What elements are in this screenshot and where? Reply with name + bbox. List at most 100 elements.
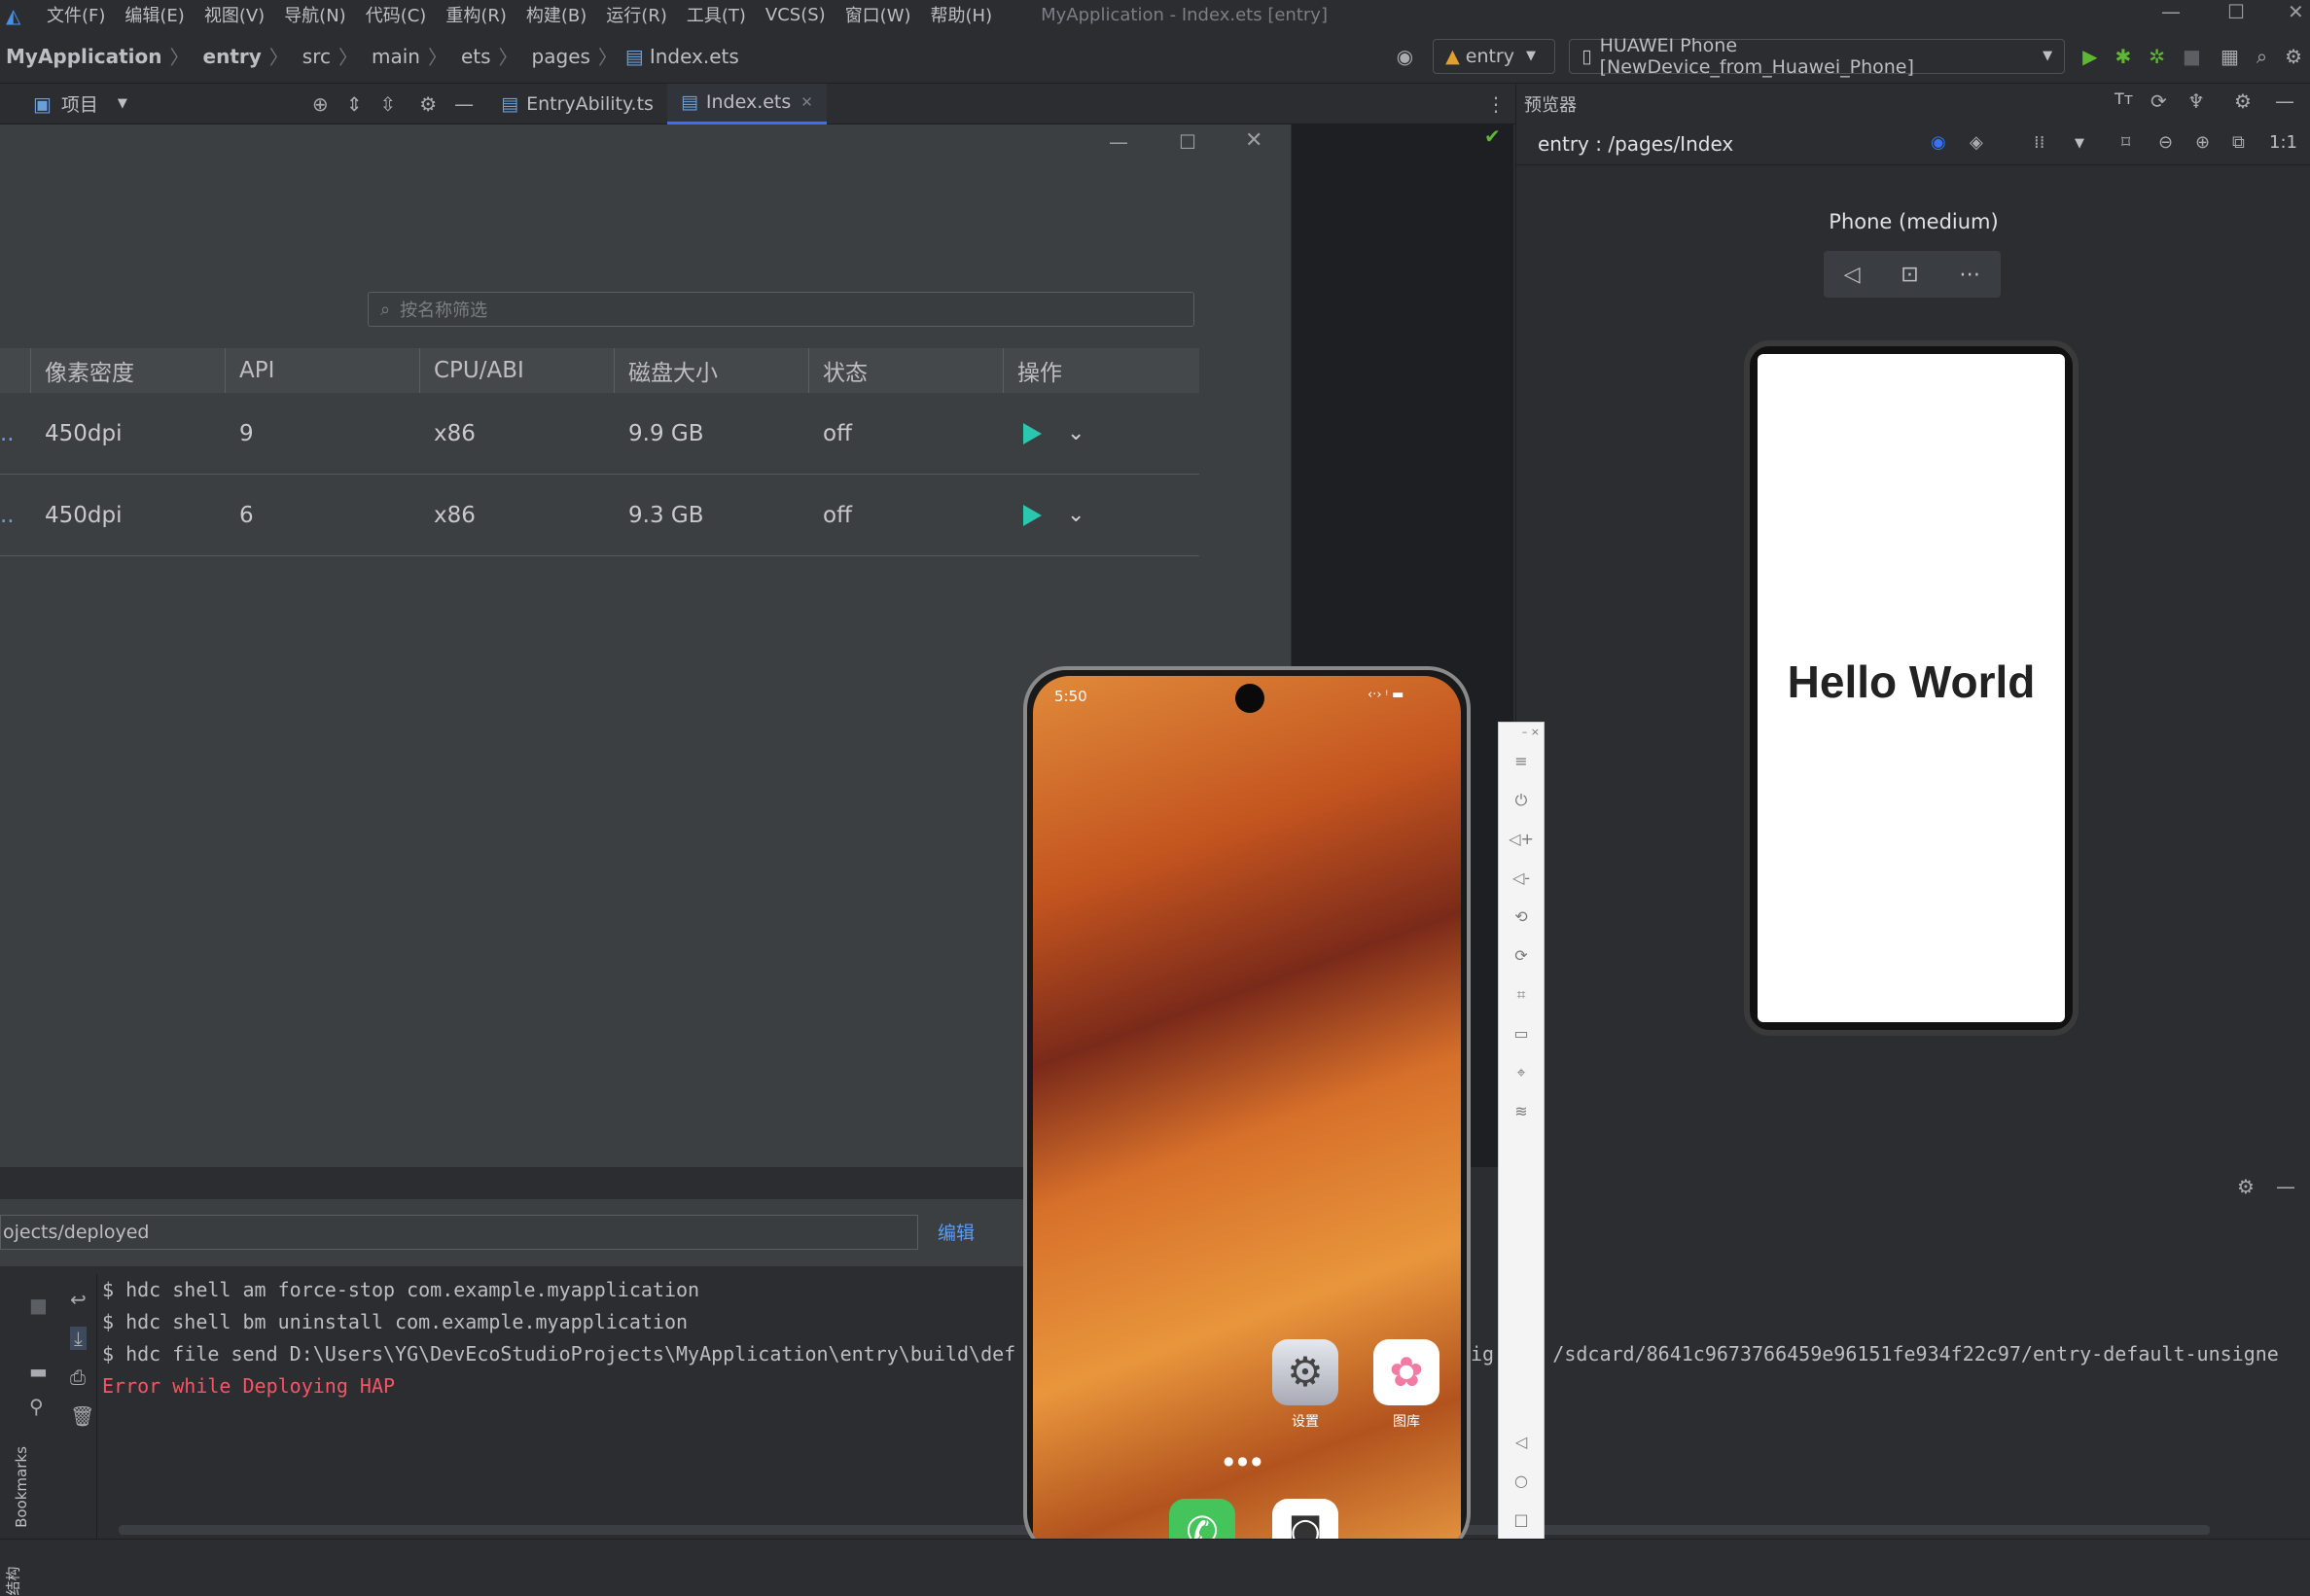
- frame-icon[interactable]: ⌑: [2121, 132, 2130, 153]
- start-device-play-icon[interactable]: [1023, 422, 1042, 444]
- layers-icon[interactable]: ◈: [1970, 132, 1983, 153]
- gear-icon[interactable]: ⚙: [419, 92, 437, 116]
- menu-build[interactable]: 构建(B): [526, 2, 586, 27]
- gear-icon[interactable]: ⚙: [2237, 1175, 2255, 1198]
- emulator-window-controls[interactable]: – ×: [1499, 723, 1544, 742]
- gear-icon[interactable]: ⚙: [2234, 89, 2252, 113]
- breadcrumb-pages[interactable]: pages: [532, 45, 590, 68]
- bookmarks-tab[interactable]: Bookmarks: [13, 1446, 30, 1528]
- menu-vcs[interactable]: VCS(S): [765, 5, 826, 25]
- chevron-down-icon[interactable]: ▼: [118, 96, 127, 111]
- actual-size-icon[interactable]: 1:1: [2269, 132, 2297, 153]
- locate-icon[interactable]: ⊕: [312, 92, 329, 116]
- search-icon[interactable]: ⌕: [2257, 45, 2267, 68]
- menu-view[interactable]: 视图(V): [204, 2, 265, 27]
- device-select[interactable]: ▯ HUAWEI Phone [NewDevice_from_Huawei_Ph…: [1569, 35, 2066, 78]
- dialog-minimize-icon[interactable]: —: [1109, 130, 1128, 154]
- pin-icon[interactable]: ⚲: [29, 1395, 44, 1418]
- menu-file[interactable]: 文件(F): [47, 2, 105, 27]
- device-filter-input[interactable]: ⌕ 按名称筛选: [368, 292, 1194, 327]
- header-disk[interactable]: 磁盘大小: [615, 348, 809, 393]
- target-icon[interactable]: ◉: [1397, 45, 1413, 68]
- header-api[interactable]: API: [226, 348, 420, 393]
- back-icon[interactable]: ◁: [1844, 263, 1861, 287]
- menu-tools[interactable]: 工具(T): [687, 2, 746, 27]
- wifi-icon[interactable]: ≋: [1499, 1092, 1544, 1131]
- rotate-icon[interactable]: ⊡: [1901, 263, 1918, 287]
- table-row[interactable]: .. 450dpi 6 x86 9.3 GB off ⌄: [0, 475, 1199, 556]
- refresh-icon[interactable]: ⟳: [2150, 89, 2167, 113]
- header-status[interactable]: 状态: [809, 348, 1004, 393]
- project-structure-icon[interactable]: ▦: [2221, 45, 2239, 68]
- tab-entryability[interactable]: ▤ EntryAbility.ts: [487, 84, 667, 124]
- breadcrumb-module[interactable]: entry: [203, 45, 262, 68]
- hide-icon[interactable]: —: [2275, 89, 2294, 113]
- project-tool-label[interactable]: 项目: [61, 90, 98, 117]
- minimize-icon[interactable]: —: [2161, 0, 2181, 23]
- edit-link[interactable]: 编辑: [938, 1219, 975, 1245]
- hide-icon[interactable]: —: [2276, 1175, 2295, 1198]
- module-select[interactable]: ▲ entry ▼: [1433, 38, 1556, 74]
- run-icon[interactable]: ▶: [2082, 45, 2097, 68]
- more-icon[interactable]: ⋮: [1486, 92, 1506, 116]
- settings-app-icon[interactable]: ⚙: [1272, 1339, 1338, 1405]
- structure-tab[interactable]: 结构: [3, 1566, 23, 1595]
- trash-icon[interactable]: 🗑: [70, 1404, 94, 1428]
- maximize-icon[interactable]: ☐: [2227, 0, 2245, 23]
- settings-icon[interactable]: ⚙: [2285, 45, 2302, 68]
- breadcrumb-file[interactable]: Index.ets: [650, 45, 739, 68]
- font-size-icon[interactable]: Tт: [2115, 89, 2133, 108]
- more-icon[interactable]: ⋯: [1959, 263, 1980, 287]
- stop-icon[interactable]: ■: [2183, 45, 2201, 68]
- breadcrumb-src[interactable]: src: [302, 45, 331, 68]
- rotate-left-icon[interactable]: ⟲: [1499, 898, 1544, 937]
- soft-wrap-icon[interactable]: ↩: [70, 1288, 87, 1311]
- screenshot-icon[interactable]: ⌗: [1499, 975, 1544, 1014]
- breadcrumb-main[interactable]: main: [372, 45, 420, 68]
- volume-up-icon[interactable]: ◁+: [1499, 820, 1544, 859]
- scroll-to-end-icon[interactable]: ⤓: [70, 1327, 87, 1350]
- start-device-play-icon[interactable]: [1023, 504, 1042, 526]
- chevron-down-icon[interactable]: ⌄: [1067, 421, 1084, 445]
- attach-debugger-icon[interactable]: ✲: [2149, 45, 2165, 68]
- deploy-path-input[interactable]: ojects/deployed: [0, 1215, 918, 1250]
- menu-help[interactable]: 帮助(H): [931, 2, 993, 27]
- menu-run[interactable]: 运行(R): [606, 2, 667, 27]
- layout-icon[interactable]: ▬: [29, 1360, 48, 1383]
- power-icon[interactable]: ⏻: [1499, 781, 1544, 820]
- collapse-all-icon[interactable]: ⇳: [379, 92, 396, 116]
- breadcrumb-project[interactable]: MyApplication: [6, 45, 162, 68]
- menu-navigate[interactable]: 导航(N): [284, 2, 346, 27]
- breadcrumb-ets[interactable]: ets: [461, 45, 491, 68]
- dialog-maximize-icon[interactable]: ☐: [1179, 130, 1196, 154]
- home-icon[interactable]: ○: [1499, 1462, 1544, 1501]
- header-density[interactable]: 像素密度: [31, 348, 226, 393]
- rotate-right-icon[interactable]: ⟳: [1499, 937, 1544, 975]
- close-tab-icon[interactable]: ✕: [800, 93, 813, 111]
- menu-icon[interactable]: ≡: [1499, 742, 1544, 781]
- zoom-out-icon[interactable]: ⊖: [2158, 132, 2173, 153]
- tab-index[interactable]: ▤ Index.ets ✕: [666, 83, 827, 124]
- fit-icon[interactable]: ⧉: [2232, 132, 2245, 153]
- location-icon[interactable]: ⌖: [1499, 1053, 1544, 1092]
- recents-icon[interactable]: □: [1499, 1501, 1544, 1540]
- grid-icon[interactable]: ⁞⁞: [2034, 132, 2044, 153]
- menu-window[interactable]: 窗口(W): [845, 2, 911, 27]
- header-abi[interactable]: CPU/ABI: [420, 348, 615, 393]
- volume-down-icon[interactable]: ◁-: [1499, 859, 1544, 898]
- menu-code[interactable]: 代码(C): [366, 2, 427, 27]
- eye-icon[interactable]: ◉: [1931, 132, 1946, 153]
- chevron-down-icon[interactable]: ▼: [2075, 136, 2084, 151]
- battery-icon[interactable]: ▭: [1499, 1014, 1544, 1053]
- inspector-icon[interactable]: ♆: [2187, 89, 2205, 113]
- table-row[interactable]: .. 450dpi 9 x86 9.9 GB off ⌄: [0, 393, 1199, 475]
- chevron-down-icon[interactable]: ⌄: [1067, 503, 1084, 527]
- gallery-app-icon[interactable]: ✿: [1373, 1339, 1439, 1405]
- close-icon[interactable]: ✕: [2288, 0, 2304, 23]
- stop-icon[interactable]: ■: [29, 1294, 48, 1317]
- print-icon[interactable]: ⎙: [70, 1365, 86, 1389]
- zoom-in-icon[interactable]: ⊕: [2195, 132, 2210, 153]
- menu-refactor[interactable]: 重构(R): [445, 2, 507, 27]
- back-icon[interactable]: ◁: [1499, 1423, 1544, 1462]
- menu-edit[interactable]: 编辑(E): [124, 2, 184, 27]
